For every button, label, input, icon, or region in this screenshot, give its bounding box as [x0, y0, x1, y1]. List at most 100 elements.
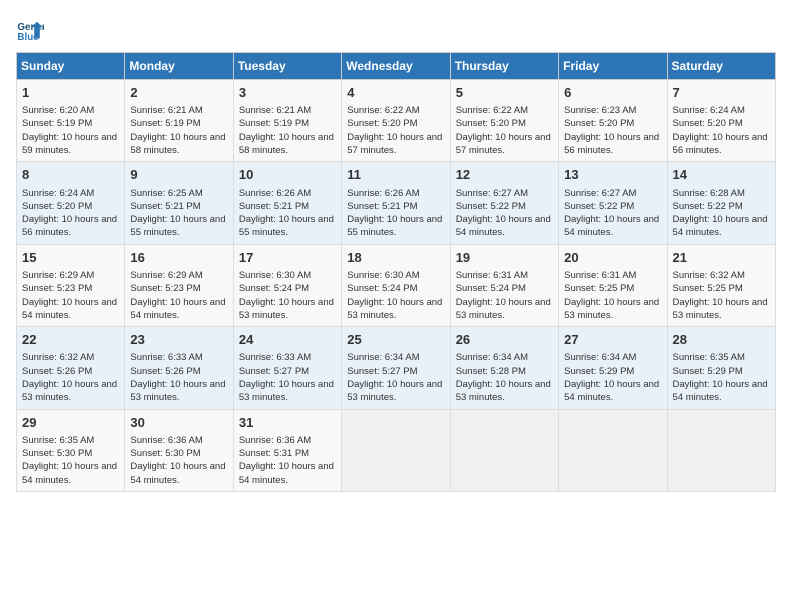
calendar-cell: 29Sunrise: 6:35 AMSunset: 5:30 PMDayligh… [17, 409, 125, 491]
daylight-label: Daylight: 10 hours and 55 minutes. [239, 214, 334, 238]
daylight-label: Daylight: 10 hours and 54 minutes. [22, 297, 117, 321]
calendar-cell [450, 409, 558, 491]
daylight-label: Daylight: 10 hours and 53 minutes. [239, 297, 334, 321]
week-row-5: 29Sunrise: 6:35 AMSunset: 5:30 PMDayligh… [17, 409, 776, 491]
calendar-cell: 20Sunrise: 6:31 AMSunset: 5:25 PMDayligh… [559, 244, 667, 326]
day-number: 21 [673, 249, 770, 267]
sunrise: Sunrise: 6:33 AM [130, 352, 202, 363]
day-number: 28 [673, 331, 770, 349]
sunrise: Sunrise: 6:24 AM [673, 105, 745, 116]
calendar-cell: 18Sunrise: 6:30 AMSunset: 5:24 PMDayligh… [342, 244, 450, 326]
day-number: 23 [130, 331, 227, 349]
day-number: 17 [239, 249, 336, 267]
calendar-cell: 17Sunrise: 6:30 AMSunset: 5:24 PMDayligh… [233, 244, 341, 326]
day-number: 4 [347, 84, 444, 102]
daylight-label: Daylight: 10 hours and 53 minutes. [347, 379, 442, 403]
day-header-tuesday: Tuesday [233, 53, 341, 80]
sunset: Sunset: 5:19 PM [22, 118, 92, 129]
daylight-label: Daylight: 10 hours and 56 minutes. [22, 214, 117, 238]
calendar-cell [667, 409, 775, 491]
day-number: 24 [239, 331, 336, 349]
sunset: Sunset: 5:24 PM [347, 283, 417, 294]
day-header-monday: Monday [125, 53, 233, 80]
sunset: Sunset: 5:21 PM [130, 201, 200, 212]
daylight-label: Daylight: 10 hours and 58 minutes. [130, 132, 225, 156]
sunrise: Sunrise: 6:27 AM [564, 188, 636, 199]
calendar-cell: 15Sunrise: 6:29 AMSunset: 5:23 PMDayligh… [17, 244, 125, 326]
calendar-cell: 5Sunrise: 6:22 AMSunset: 5:20 PMDaylight… [450, 80, 558, 162]
sunset: Sunset: 5:23 PM [22, 283, 92, 294]
day-header-saturday: Saturday [667, 53, 775, 80]
daylight-label: Daylight: 10 hours and 54 minutes. [673, 214, 768, 238]
week-row-4: 22Sunrise: 6:32 AMSunset: 5:26 PMDayligh… [17, 327, 776, 409]
calendar-cell: 7Sunrise: 6:24 AMSunset: 5:20 PMDaylight… [667, 80, 775, 162]
daylight-label: Daylight: 10 hours and 54 minutes. [564, 379, 659, 403]
calendar-cell: 22Sunrise: 6:32 AMSunset: 5:26 PMDayligh… [17, 327, 125, 409]
daylight-label: Daylight: 10 hours and 56 minutes. [564, 132, 659, 156]
sunset: Sunset: 5:20 PM [22, 201, 92, 212]
sunrise: Sunrise: 6:31 AM [456, 270, 528, 281]
sunrise: Sunrise: 6:24 AM [22, 188, 94, 199]
sunrise: Sunrise: 6:33 AM [239, 352, 311, 363]
calendar-table: SundayMondayTuesdayWednesdayThursdayFrid… [16, 52, 776, 492]
sunrise: Sunrise: 6:36 AM [130, 435, 202, 446]
sunrise: Sunrise: 6:29 AM [130, 270, 202, 281]
daylight-label: Daylight: 10 hours and 53 minutes. [130, 379, 225, 403]
daylight-label: Daylight: 10 hours and 53 minutes. [239, 379, 334, 403]
sunrise: Sunrise: 6:25 AM [130, 188, 202, 199]
sunset: Sunset: 5:26 PM [22, 366, 92, 377]
calendar-cell: 27Sunrise: 6:34 AMSunset: 5:29 PMDayligh… [559, 327, 667, 409]
daylight-label: Daylight: 10 hours and 54 minutes. [239, 461, 334, 485]
day-number: 16 [130, 249, 227, 267]
daylight-label: Daylight: 10 hours and 56 minutes. [673, 132, 768, 156]
calendar-cell: 14Sunrise: 6:28 AMSunset: 5:22 PMDayligh… [667, 162, 775, 244]
daylight-label: Daylight: 10 hours and 54 minutes. [456, 214, 551, 238]
sunrise: Sunrise: 6:27 AM [456, 188, 528, 199]
calendar-cell: 1Sunrise: 6:20 AMSunset: 5:19 PMDaylight… [17, 80, 125, 162]
page-header: General Blue [16, 16, 776, 44]
sunrise: Sunrise: 6:21 AM [130, 105, 202, 116]
daylight-label: Daylight: 10 hours and 57 minutes. [347, 132, 442, 156]
day-number: 29 [22, 414, 119, 432]
sunrise: Sunrise: 6:22 AM [347, 105, 419, 116]
sunrise: Sunrise: 6:36 AM [239, 435, 311, 446]
calendar-cell [559, 409, 667, 491]
day-number: 27 [564, 331, 661, 349]
sunset: Sunset: 5:21 PM [347, 201, 417, 212]
sunrise: Sunrise: 6:31 AM [564, 270, 636, 281]
sunrise: Sunrise: 6:34 AM [564, 352, 636, 363]
daylight-label: Daylight: 10 hours and 54 minutes. [564, 214, 659, 238]
logo: General Blue [16, 16, 44, 44]
sunrise: Sunrise: 6:26 AM [347, 188, 419, 199]
calendar-cell: 6Sunrise: 6:23 AMSunset: 5:20 PMDaylight… [559, 80, 667, 162]
sunset: Sunset: 5:22 PM [456, 201, 526, 212]
sunset: Sunset: 5:26 PM [130, 366, 200, 377]
day-number: 20 [564, 249, 661, 267]
daylight-label: Daylight: 10 hours and 53 minutes. [456, 297, 551, 321]
sunrise: Sunrise: 6:30 AM [239, 270, 311, 281]
sunrise: Sunrise: 6:35 AM [673, 352, 745, 363]
calendar-cell: 30Sunrise: 6:36 AMSunset: 5:30 PMDayligh… [125, 409, 233, 491]
daylight-label: Daylight: 10 hours and 58 minutes. [239, 132, 334, 156]
sunrise: Sunrise: 6:23 AM [564, 105, 636, 116]
week-row-2: 8Sunrise: 6:24 AMSunset: 5:20 PMDaylight… [17, 162, 776, 244]
sunset: Sunset: 5:19 PM [239, 118, 309, 129]
header-row: SundayMondayTuesdayWednesdayThursdayFrid… [17, 53, 776, 80]
sunrise: Sunrise: 6:21 AM [239, 105, 311, 116]
sunset: Sunset: 5:25 PM [564, 283, 634, 294]
daylight-label: Daylight: 10 hours and 54 minutes. [130, 297, 225, 321]
sunrise: Sunrise: 6:22 AM [456, 105, 528, 116]
sunset: Sunset: 5:31 PM [239, 448, 309, 459]
calendar-cell: 8Sunrise: 6:24 AMSunset: 5:20 PMDaylight… [17, 162, 125, 244]
sunrise: Sunrise: 6:34 AM [347, 352, 419, 363]
daylight-label: Daylight: 10 hours and 53 minutes. [347, 297, 442, 321]
day-header-sunday: Sunday [17, 53, 125, 80]
sunset: Sunset: 5:25 PM [673, 283, 743, 294]
daylight-label: Daylight: 10 hours and 55 minutes. [130, 214, 225, 238]
day-number: 10 [239, 166, 336, 184]
calendar-cell: 21Sunrise: 6:32 AMSunset: 5:25 PMDayligh… [667, 244, 775, 326]
day-number: 6 [564, 84, 661, 102]
sunset: Sunset: 5:29 PM [673, 366, 743, 377]
sunset: Sunset: 5:27 PM [347, 366, 417, 377]
calendar-cell: 25Sunrise: 6:34 AMSunset: 5:27 PMDayligh… [342, 327, 450, 409]
